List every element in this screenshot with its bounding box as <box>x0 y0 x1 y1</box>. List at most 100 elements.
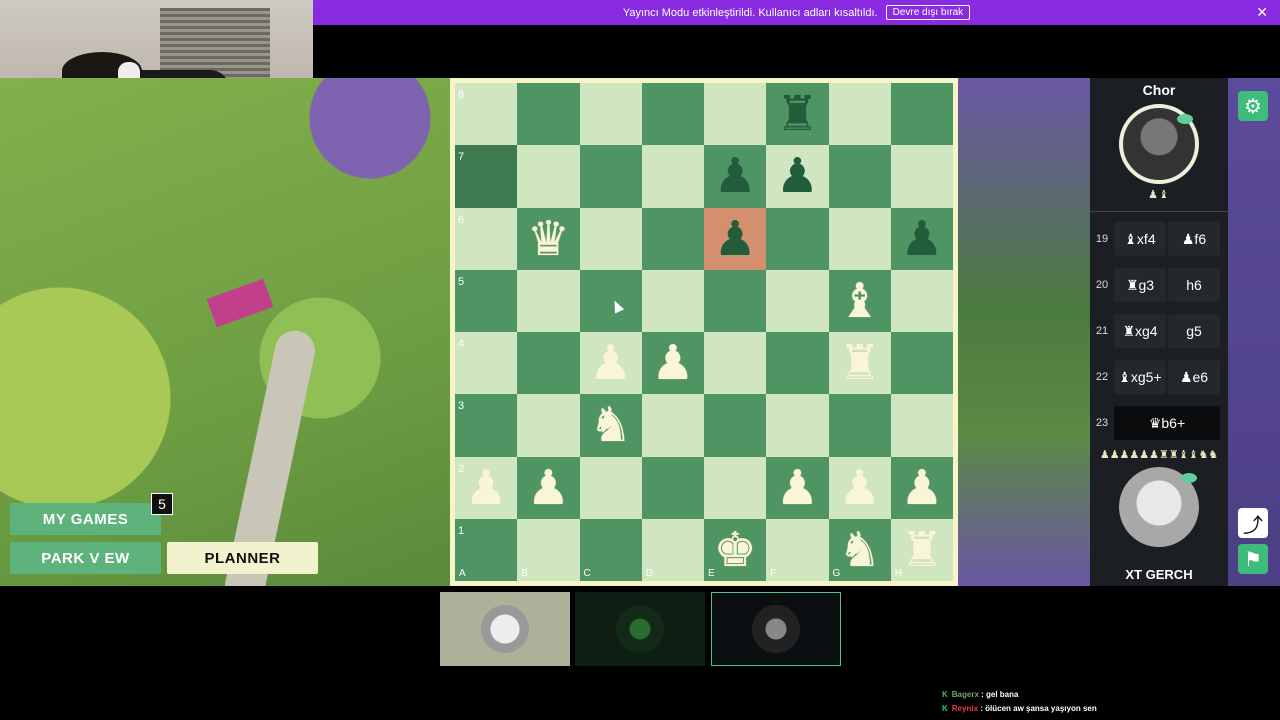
bottom-player-avatar[interactable] <box>1119 467 1199 547</box>
square-h7[interactable] <box>890 145 953 208</box>
eye-icon[interactable] <box>1177 114 1193 124</box>
square-b7[interactable] <box>517 145 580 208</box>
square-b2[interactable]: ♟ <box>517 456 580 519</box>
share-icon[interactable]: ⤴ <box>1238 508 1268 538</box>
square-e3[interactable] <box>704 394 767 457</box>
square-c7[interactable] <box>579 145 642 208</box>
my-games-button[interactable]: MY GAMES <box>10 503 161 535</box>
white-move[interactable]: ♛b6+ <box>1114 406 1220 440</box>
square-h4[interactable] <box>890 332 953 395</box>
black-move[interactable]: ♟e6 <box>1168 360 1220 394</box>
resign-flag-icon[interactable]: ⚑ <box>1238 544 1268 574</box>
chat-username[interactable]: Bagerx <box>952 690 979 699</box>
square-g2[interactable]: ♟ <box>828 456 891 519</box>
square-h2[interactable]: ♟ <box>890 456 953 519</box>
white-piece-icon[interactable]: ♜ <box>891 519 953 581</box>
eye-icon[interactable] <box>1181 473 1197 483</box>
white-piece-icon[interactable]: ♟ <box>517 457 579 519</box>
square-g7[interactable] <box>828 145 891 208</box>
square-f2[interactable]: ♟ <box>766 456 829 519</box>
square-c2[interactable] <box>579 456 642 519</box>
square-b5[interactable] <box>517 269 580 332</box>
square-d8[interactable] <box>641 83 704 146</box>
white-move[interactable]: ♜xg4 <box>1114 314 1166 348</box>
square-a4[interactable]: 4 <box>455 332 518 395</box>
square-f8[interactable]: ♜ <box>766 83 829 146</box>
square-a3[interactable]: 3 <box>455 394 518 457</box>
white-piece-icon[interactable]: ♟ <box>891 457 953 519</box>
planner-button[interactable]: PLANNER <box>167 542 318 574</box>
square-a8[interactable]: 8 <box>455 83 518 146</box>
black-piece-icon[interactable]: ♟ <box>766 145 828 207</box>
square-f6[interactable] <box>766 207 829 270</box>
square-d4[interactable]: ♟ <box>641 332 704 395</box>
square-e7[interactable]: ♟ <box>704 145 767 208</box>
square-a7[interactable]: 7 <box>455 145 518 208</box>
square-b1[interactable]: B <box>517 518 580 581</box>
square-c8[interactable] <box>579 83 642 146</box>
black-piece-icon[interactable]: ♟ <box>704 208 766 270</box>
disable-button[interactable]: Devre dışı bırak <box>885 5 971 20</box>
square-d2[interactable] <box>641 456 704 519</box>
square-f3[interactable] <box>766 394 829 457</box>
top-player-avatar[interactable] <box>1119 104 1199 184</box>
white-piece-icon[interactable]: ♚ <box>704 519 766 581</box>
square-a1[interactable]: 1A <box>455 518 518 581</box>
white-piece-icon[interactable]: ♟ <box>766 457 828 519</box>
white-piece-icon[interactable]: ♟ <box>580 332 642 394</box>
black-piece-icon[interactable]: ♜ <box>766 83 828 145</box>
square-g6[interactable] <box>828 207 891 270</box>
square-c4[interactable]: ♟ <box>579 332 642 395</box>
white-move[interactable]: ♝xg5+ <box>1114 360 1166 394</box>
black-move[interactable]: ♟f6 <box>1168 222 1220 256</box>
white-piece-icon[interactable]: ♜ <box>829 332 891 394</box>
white-piece-icon[interactable]: ♞ <box>580 394 642 456</box>
square-g1[interactable]: G ♞ <box>828 518 891 581</box>
square-a2[interactable]: 2 ♟ <box>455 456 518 519</box>
square-e6[interactable]: ♟ <box>704 207 767 270</box>
white-move[interactable]: ♜g3 <box>1114 268 1166 302</box>
white-piece-icon[interactable]: ♟ <box>829 457 891 519</box>
square-e8[interactable] <box>704 83 767 146</box>
square-a6[interactable]: 6 <box>455 207 518 270</box>
game-thumbnail-forest[interactable] <box>575 592 705 666</box>
square-h6[interactable]: ♟ <box>890 207 953 270</box>
square-f7[interactable]: ♟ <box>766 145 829 208</box>
square-h1[interactable]: H ♜ <box>890 518 953 581</box>
square-b3[interactable] <box>517 394 580 457</box>
square-d5[interactable] <box>641 269 704 332</box>
square-h3[interactable] <box>890 394 953 457</box>
square-c5[interactable] <box>579 269 642 332</box>
black-piece-icon[interactable]: ♟ <box>704 145 766 207</box>
square-d1[interactable]: D <box>641 518 704 581</box>
black-move[interactable]: h6 <box>1168 268 1220 302</box>
square-g8[interactable] <box>828 83 891 146</box>
square-b8[interactable] <box>517 83 580 146</box>
square-f1[interactable]: F <box>766 518 829 581</box>
black-piece-icon[interactable]: ♟ <box>891 208 953 270</box>
white-piece-icon[interactable]: ♛ <box>517 208 579 270</box>
square-h5[interactable] <box>890 269 953 332</box>
square-g4[interactable]: ♜ <box>828 332 891 395</box>
square-b6[interactable]: ♛ <box>517 207 580 270</box>
square-e2[interactable] <box>704 456 767 519</box>
square-c3[interactable]: ♞ <box>579 394 642 457</box>
white-piece-icon[interactable]: ♟ <box>455 457 517 519</box>
square-e5[interactable] <box>704 269 767 332</box>
square-e4[interactable] <box>704 332 767 395</box>
square-c1[interactable]: C <box>579 518 642 581</box>
black-move[interactable]: g5 <box>1168 314 1220 348</box>
chat-username[interactable]: Reynix <box>952 704 978 713</box>
square-d7[interactable] <box>641 145 704 208</box>
square-b4[interactable] <box>517 332 580 395</box>
white-move[interactable]: ♝xf4 <box>1114 222 1166 256</box>
square-a5[interactable]: 5 <box>455 269 518 332</box>
square-h8[interactable] <box>890 83 953 146</box>
park-view-button[interactable]: PARK V EW <box>10 542 161 574</box>
square-c6[interactable] <box>579 207 642 270</box>
square-d3[interactable] <box>641 394 704 457</box>
game-thumbnail-tiger[interactable] <box>440 592 570 666</box>
game-thumbnail-rocker[interactable] <box>711 592 841 666</box>
square-e1[interactable]: E ♚ <box>704 518 767 581</box>
chessboard[interactable]: 8 ♜ 7 ♟ ♟ 6 ♛ ♟ ♟ 5 ♝ 4 ♟ ♟ ♜ 3 ♞ 2 ♟ ♟ ♟ ♟ ♟ 1 A B C D E ♚ F G ♞ H ♜ <box>455 83 953 581</box>
